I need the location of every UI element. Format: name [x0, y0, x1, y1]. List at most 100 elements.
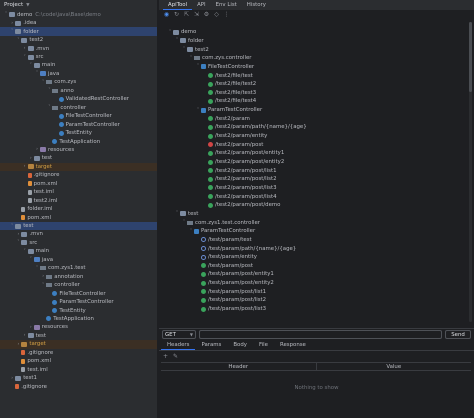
filter-icon[interactable]: ◇	[213, 11, 220, 18]
api-tree-item[interactable]: /test/param/post/entity2	[159, 279, 459, 288]
api-tree-item[interactable]: /test2/param/path/{name}/{age}	[159, 123, 459, 132]
api-tree-item[interactable]: /test/param/post/list1	[159, 288, 459, 297]
api-tree-item[interactable]: ˅ com.zys.controller	[159, 54, 459, 63]
more-icon[interactable]: ⋮	[223, 11, 230, 18]
tree-item[interactable]: ˅ test	[0, 221, 157, 231]
tree-item[interactable]: ˅ demo C:\code\java\Base\demo	[0, 11, 157, 20]
api-tree-item[interactable]: /test/param/test	[159, 236, 459, 245]
chevron-down-icon[interactable]: ˅	[28, 257, 34, 262]
tree-item[interactable]: test.iml	[0, 188, 157, 197]
expand-icon[interactable]: ⇲	[193, 11, 200, 18]
scrollbar-thumb[interactable]	[469, 22, 472, 92]
api-tree-item[interactable]: /test2/param/post/list4	[159, 192, 459, 201]
api-tree-item[interactable]: /test2/param/post/list2	[159, 175, 459, 184]
tree-item[interactable]: ˅ java	[0, 70, 157, 79]
tree-item[interactable]: TestEntity	[0, 129, 157, 138]
tree-item[interactable]: › test	[0, 154, 157, 163]
tree-item[interactable]: ParamTestController	[0, 120, 157, 129]
api-tree-item[interactable]: /test2/param	[159, 115, 459, 124]
api-tree-item[interactable]: ˅ FileTestController	[159, 63, 459, 72]
api-tree-item[interactable]: ˅ ParamTestController	[159, 106, 459, 115]
tree-item[interactable]: TestApplication	[0, 137, 157, 146]
chevron-right-icon[interactable]: ›	[22, 333, 28, 338]
tree-item[interactable]: ˅ anno	[0, 87, 157, 96]
api-tree-item[interactable]: /test2/file/test	[159, 71, 459, 80]
add-icon[interactable]: +	[163, 353, 168, 361]
tree-item[interactable]: ˅ com.zys1.test	[0, 264, 157, 273]
settings-icon[interactable]: ⚙	[203, 11, 210, 18]
tree-item[interactable]: › .mvn	[0, 230, 157, 239]
tree-item[interactable]: ˅ main	[0, 247, 157, 256]
send-button[interactable]: Send	[445, 330, 471, 339]
tree-item[interactable]: › resources	[0, 323, 157, 332]
api-tree-item[interactable]: /test2/file/test4	[159, 97, 459, 106]
tree-item[interactable]: TestApplication	[0, 315, 157, 324]
api-tree-item[interactable]: /test2/file/test2	[159, 80, 459, 89]
tree-item[interactable]: FileTestController	[0, 112, 157, 121]
tree-item[interactable]: TestEntity	[0, 306, 157, 315]
tab-response[interactable]: Response	[274, 341, 312, 350]
tree-item[interactable]: ˅ main	[0, 61, 157, 70]
api-tree-item[interactable]: /test/param/post/list2	[159, 296, 459, 305]
tree-item[interactable]: › test	[0, 332, 157, 341]
tree-item[interactable]: ˅ test2	[0, 36, 157, 45]
tree-item[interactable]: ˅ com.zys	[0, 78, 157, 87]
api-tree-item[interactable]: /test/param/entity	[159, 253, 459, 262]
tree-item[interactable]: test.iml	[0, 365, 157, 374]
api-tree-item[interactable]: ˅ folder	[159, 37, 459, 46]
tree-item[interactable]: .gitignore	[0, 171, 157, 180]
tree-item[interactable]: FileTestController	[0, 289, 157, 298]
api-tree-item[interactable]: /test2/param/post/entity1	[159, 149, 459, 158]
api-tree-item[interactable]: ˅ ParamTestController	[159, 227, 459, 236]
tab-headers[interactable]: Headers	[161, 341, 196, 350]
tree-item[interactable]: ˅ controller	[0, 281, 157, 290]
api-tree-item[interactable]: ˅ demo	[159, 28, 459, 37]
tab-api[interactable]: API	[192, 1, 211, 10]
tree-item[interactable]: pom.xml	[0, 180, 157, 189]
api-tree-item[interactable]: ˅ test2	[159, 45, 459, 54]
method-select[interactable]: GET ▼	[162, 330, 196, 339]
tree-item[interactable]: ˅ src	[0, 239, 157, 248]
tree-item[interactable]: ˅ controller	[0, 103, 157, 112]
tree-item[interactable]: › target	[0, 340, 157, 349]
tab-apitool[interactable]: ApiTool	[163, 1, 193, 10]
url-input[interactable]	[199, 330, 442, 339]
chevron-right-icon[interactable]: ›	[22, 46, 28, 51]
api-tree-item[interactable]: /test2/param/post/entity2	[159, 158, 459, 167]
tree-item[interactable]: pom.xml	[0, 357, 157, 366]
api-tree-item[interactable]: /test/param/post	[159, 262, 459, 271]
edit-icon[interactable]: ✎	[173, 353, 178, 361]
tree-item[interactable]: › .mvn	[0, 44, 157, 53]
tab-body[interactable]: Body	[227, 341, 253, 350]
chevron-down-icon[interactable]: ˅	[22, 249, 28, 254]
tab-params[interactable]: Params	[195, 341, 227, 350]
api-tree-item[interactable]: /test2/param/post/list3	[159, 184, 459, 193]
tree-item[interactable]: folder.iml	[0, 205, 157, 214]
chevron-down-icon[interactable]: ˅	[22, 55, 28, 60]
tree-item[interactable]: › .idea	[0, 19, 157, 28]
collapse-icon[interactable]: ⇱	[183, 11, 190, 18]
api-tree-item[interactable]: /test/param/post/list3	[159, 305, 459, 314]
api-tree-item[interactable]: /test2/param/post/demo	[159, 201, 459, 210]
tree-item[interactable]: › target	[0, 162, 157, 172]
tab-file[interactable]: File	[253, 341, 274, 350]
project-panel-header[interactable]: Project ▼	[0, 0, 157, 10]
tree-item[interactable]: › test1	[0, 374, 157, 383]
globe-icon[interactable]: ◉	[163, 11, 170, 18]
chevron-down-icon[interactable]: ˅	[28, 63, 34, 68]
tree-item[interactable]: .gitignore	[0, 349, 157, 358]
api-tree-item[interactable]: ˅ test	[159, 210, 459, 219]
api-tree-item[interactable]: /test2/param/entity	[159, 132, 459, 141]
api-tree-item[interactable]: /test2/param/post	[159, 140, 459, 149]
api-tree-scrollbar[interactable]	[469, 22, 472, 322]
tree-item[interactable]: › resources	[0, 146, 157, 155]
tree-item[interactable]: ParamTestController	[0, 298, 157, 307]
tree-item[interactable]: test2.iml	[0, 196, 157, 205]
api-tree-item[interactable]: /test/param/path/{name}/{age}	[159, 244, 459, 253]
api-tree-item[interactable]: /test/param/post/entity1	[159, 270, 459, 279]
chevron-right-icon[interactable]: ›	[28, 325, 34, 330]
tree-item[interactable]: pom.xml	[0, 213, 157, 222]
tab-history[interactable]: History	[242, 1, 271, 10]
tree-item[interactable]: ˅ java	[0, 256, 157, 265]
tree-item[interactable]: ˅ src	[0, 53, 157, 62]
